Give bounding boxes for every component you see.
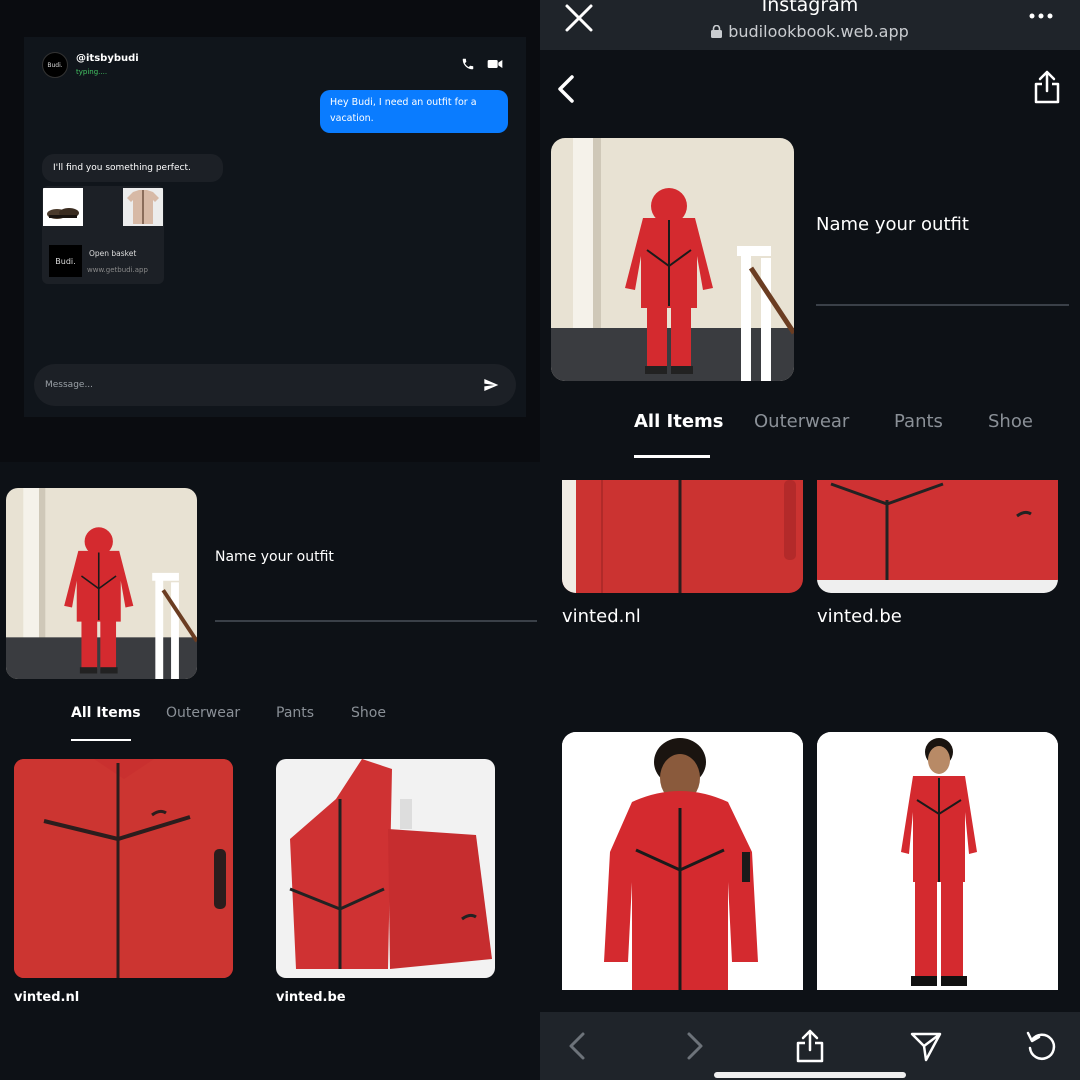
item-card-tracksuit[interactable] [817,480,1058,593]
typing-status: typing.... [76,68,108,76]
chat-window: Budi. @itsbybudi typing.... Hey Budi, I … [24,37,526,417]
active-tab-indicator [71,739,131,741]
item-card-model-hoodie[interactable] [562,732,803,990]
active-tab-indicator [634,455,710,458]
back-icon[interactable] [556,74,576,104]
outfit-name-field[interactable]: Name your outfit [816,214,969,235]
item-source[interactable]: vinted.be [817,606,902,627]
chat-handle[interactable]: @itsbybudi [76,53,139,64]
outfit-name-underline [816,304,1069,306]
browser-title: Instagram [761,0,859,16]
lookbook-panel: Name your outfit All Items Outerwear Pan… [0,462,540,1080]
refresh-icon[interactable] [1024,1028,1060,1064]
tab-all-items[interactable]: All Items [634,411,724,432]
basket-card[interactable]: Budi. Open basket www.getbudi.app [42,186,164,284]
url-text: budilookbook.web.app [728,22,909,41]
shirt-thumbnail [123,188,163,226]
tab-pants[interactable]: Pants [276,705,314,721]
browser-panel: Instagram budilookbook.web.app Name your… [540,0,1080,1080]
chevron-right-icon[interactable] [676,1028,712,1064]
item-card-jacket[interactable] [562,480,803,593]
item-card-tracksuit[interactable] [276,759,495,978]
url-bar[interactable]: budilookbook.web.app [540,22,1080,41]
item-source[interactable]: vinted.nl [14,990,79,1005]
tab-shoe[interactable]: Shoe [351,705,386,721]
chat-panel: Budi. @itsbybudi typing.... Hey Budi, I … [0,0,540,462]
shoes-thumbnail [43,188,83,226]
more-icon[interactable] [1028,4,1054,28]
outfit-name-field[interactable]: Name your outfit [215,549,334,565]
outfit-photo [6,488,197,679]
item-source[interactable]: vinted.be [276,990,346,1005]
video-call-icon[interactable] [487,57,503,71]
browser-bottom-bar [540,1012,1080,1080]
item-source[interactable]: vinted.nl [562,606,641,627]
basket-url: www.getbudi.app [87,266,148,274]
browser-toolbar: Instagram budilookbook.web.app [540,0,1080,50]
lock-icon [711,25,723,38]
send-icon[interactable] [483,377,499,393]
share-icon[interactable] [792,1028,828,1064]
outgoing-message: Hey Budi, I need an outfit for a vacatio… [320,90,508,133]
send-icon[interactable] [908,1028,944,1064]
tab-shoe[interactable]: Shoe [988,411,1033,432]
message-bar [34,364,516,406]
open-basket-link[interactable]: Open basket [89,249,136,258]
share-icon[interactable] [1033,70,1061,104]
budi-logo: Budi. [49,245,82,277]
tab-outerwear[interactable]: Outerwear [166,705,240,721]
tab-pants[interactable]: Pants [894,411,943,432]
outfit-name-underline [215,620,537,622]
avatar[interactable]: Budi. [42,52,68,78]
outfit-photo [551,138,794,381]
message-input[interactable] [34,364,464,406]
home-indicator [714,1072,906,1078]
incoming-message: I'll find you something perfect. [42,154,223,182]
phone-icon[interactable] [461,57,475,71]
chevron-left-icon[interactable] [560,1028,596,1064]
item-card-model-tracksuit[interactable] [817,732,1058,990]
tab-outerwear[interactable]: Outerwear [754,411,849,432]
item-card-jacket[interactable] [14,759,233,978]
tab-all-items[interactable]: All Items [71,705,141,721]
